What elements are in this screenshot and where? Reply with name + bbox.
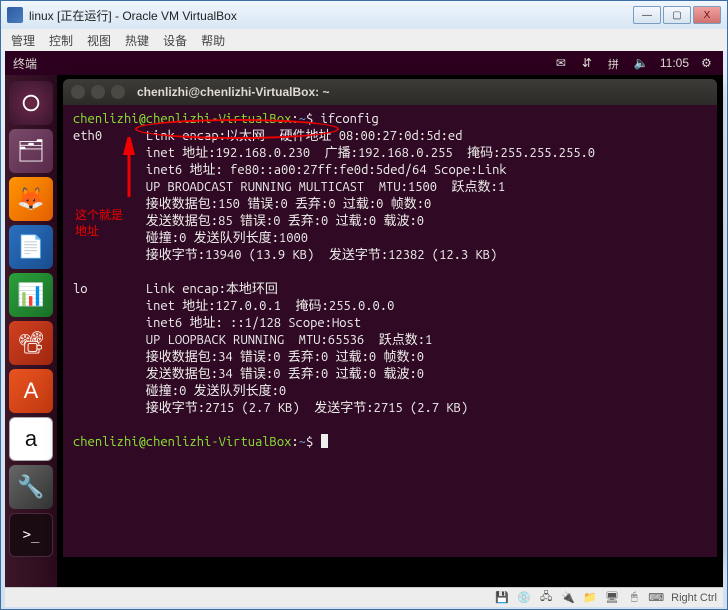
mail-icon[interactable] bbox=[556, 56, 570, 70]
window-controls: — ▢ X bbox=[631, 6, 721, 24]
active-app-label: 终端 bbox=[13, 55, 556, 72]
system-tray: 11:05 bbox=[556, 56, 715, 70]
window-title: linux [正在运行] - Oracle VM VirtualBox bbox=[29, 7, 631, 24]
prompt-path: ~ bbox=[299, 112, 306, 126]
writer-icon[interactable]: 📄 bbox=[9, 225, 53, 269]
files-icon[interactable]: 🗂 bbox=[9, 129, 53, 173]
menu-manage[interactable]: 管理 bbox=[11, 32, 35, 49]
terminal-close-button[interactable] bbox=[71, 85, 85, 99]
status-shared-icon[interactable]: 📁 bbox=[583, 591, 597, 605]
window-titlebar[interactable]: linux [正在运行] - Oracle VM VirtualBox — ▢ … bbox=[1, 1, 727, 29]
terminal-body[interactable]: chenlizhi@chenlizhi-VirtualBox:~$ ifconf… bbox=[63, 105, 717, 557]
network-icon[interactable] bbox=[582, 56, 596, 70]
calc-icon[interactable]: 📊 bbox=[9, 273, 53, 317]
terminal-min-button[interactable] bbox=[91, 85, 105, 99]
maximize-button[interactable]: ▢ bbox=[663, 6, 691, 24]
virtualbox-status-bar: 💾 💿 🖧 🔌 📁 🖥 🖱 ⌨ Right Ctrl bbox=[5, 587, 723, 607]
unity-launcher: 🗂 🦊 📄 📊 📽 A a 🔧 bbox=[5, 75, 57, 587]
sound-icon[interactable] bbox=[634, 56, 648, 70]
status-capture-icon[interactable]: 🖱 bbox=[627, 591, 641, 605]
host-key-label: Right Ctrl bbox=[671, 592, 717, 604]
terminal-window: chenlizhi@chenlizhi-VirtualBox: ~ chenli… bbox=[63, 79, 717, 557]
virtualbox-menu-bar: 管理 控制 视图 热键 设备 帮助 bbox=[1, 29, 727, 51]
settings-icon[interactable]: 🔧 bbox=[9, 465, 53, 509]
virtualbox-window: linux [正在运行] - Oracle VM VirtualBox — ▢ … bbox=[0, 0, 728, 610]
clock[interactable]: 11:05 bbox=[660, 56, 689, 70]
input-method-icon[interactable] bbox=[608, 56, 622, 70]
terminal-title: chenlizhi@chenlizhi-VirtualBox: ~ bbox=[137, 85, 330, 99]
prompt-dollar: $ bbox=[306, 112, 321, 126]
terminal-output: eth0 Link encap:以太网 硬件地址 08:00:27:0d:5d:… bbox=[73, 129, 595, 415]
menu-devices[interactable]: 设备 bbox=[163, 32, 187, 49]
impress-icon[interactable]: 📽 bbox=[9, 321, 53, 365]
terminal-titlebar[interactable]: chenlizhi@chenlizhi-VirtualBox: ~ bbox=[63, 79, 717, 105]
amazon-icon[interactable]: a bbox=[9, 417, 53, 461]
status-network-icon[interactable]: 🖧 bbox=[539, 591, 553, 605]
ubuntu-top-panel: 终端 11:05 bbox=[5, 51, 723, 75]
prompt-dollar-2: $ bbox=[306, 435, 321, 449]
status-optical-icon[interactable]: 💿 bbox=[517, 591, 531, 605]
prompt-user: chenlizhi@chenlizhi-VirtualBox bbox=[73, 112, 291, 126]
menu-help[interactable]: 帮助 bbox=[201, 32, 225, 49]
terminal-launcher-icon[interactable] bbox=[9, 513, 53, 557]
virtualbox-icon bbox=[7, 7, 23, 23]
gear-icon[interactable] bbox=[701, 56, 715, 70]
status-hostkey-icon[interactable]: ⌨ bbox=[649, 591, 663, 605]
firefox-icon[interactable]: 🦊 bbox=[9, 177, 53, 221]
terminal-max-button[interactable] bbox=[111, 85, 125, 99]
software-center-icon[interactable]: A bbox=[9, 369, 53, 413]
menu-input[interactable]: 热键 bbox=[125, 32, 149, 49]
command-text: ifconfig bbox=[321, 112, 379, 126]
status-disk-icon[interactable]: 💾 bbox=[495, 591, 509, 605]
prompt-user-2: chenlizhi@chenlizhi-VirtualBox bbox=[73, 435, 291, 449]
minimize-button[interactable]: — bbox=[633, 6, 661, 24]
prompt-path-2: ~ bbox=[299, 435, 306, 449]
status-usb-icon[interactable]: 🔌 bbox=[561, 591, 575, 605]
close-button[interactable]: X bbox=[693, 6, 721, 24]
dash-icon[interactable] bbox=[9, 81, 53, 125]
cursor bbox=[321, 434, 328, 448]
status-display-icon[interactable]: 🖥 bbox=[605, 591, 619, 605]
vm-display[interactable]: 终端 11:05 🗂 🦊 📄 📊 📽 A a 🔧 bbox=[5, 51, 723, 587]
menu-control[interactable]: 控制 bbox=[49, 32, 73, 49]
menu-view[interactable]: 视图 bbox=[87, 32, 111, 49]
